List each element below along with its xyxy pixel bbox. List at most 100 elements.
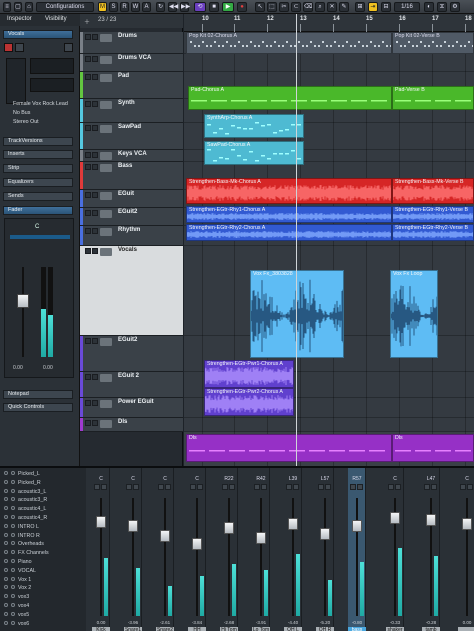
visibility-toggle-icon[interactable] xyxy=(4,559,8,563)
auto-mode-button[interactable]: A xyxy=(142,2,151,12)
mixer-list-item[interactable]: Picked_R xyxy=(4,479,41,486)
section-strip[interactable]: Strip xyxy=(3,164,73,173)
visibility-toggle-icon[interactable] xyxy=(4,523,8,528)
fader-handle[interactable] xyxy=(256,532,266,544)
solo-button[interactable] xyxy=(431,484,437,490)
track-row[interactable]: EGuit2 xyxy=(80,336,183,372)
solo-button[interactable] xyxy=(92,228,98,234)
pan-slider[interactable] xyxy=(10,235,70,239)
pan-value[interactable]: C xyxy=(388,476,402,482)
mute-button[interactable] xyxy=(85,164,91,170)
channel-name[interactable]: Kick xyxy=(92,627,110,631)
pan-value[interactable]: R22 xyxy=(222,476,236,482)
fader-handle[interactable] xyxy=(224,522,234,534)
mixer-list-item[interactable]: FX Channels xyxy=(4,550,49,556)
track-row[interactable]: Keys VCA xyxy=(80,150,183,162)
tool-zoom-icon[interactable]: ⌕ xyxy=(315,2,325,12)
mute-button[interactable] xyxy=(424,484,430,490)
pan-value[interactable]: C xyxy=(126,476,140,482)
solo-button[interactable] xyxy=(92,101,98,107)
mute-button[interactable] xyxy=(222,484,228,490)
mute-button[interactable] xyxy=(85,420,91,426)
mute-button[interactable] xyxy=(85,374,91,380)
solo-button[interactable] xyxy=(467,484,473,490)
mute-button[interactable] xyxy=(286,484,292,490)
part-event[interactable]: Pop Kit 02-Verse B xyxy=(392,32,474,54)
pan-value[interactable]: R42 xyxy=(254,476,268,482)
metronome-icon[interactable]: ⧖ xyxy=(437,2,447,12)
channel-name[interactable]: OH L xyxy=(284,627,302,631)
track-name[interactable]: EGuit2 xyxy=(118,337,137,343)
track-row[interactable]: Drums VCA xyxy=(80,54,183,72)
mixer-list-item[interactable]: VOCAL xyxy=(4,567,36,574)
solo-button[interactable] xyxy=(395,484,401,490)
pan-value[interactable]: C xyxy=(460,476,474,482)
tool-mute-icon[interactable]: ✕ xyxy=(327,2,337,12)
part-event[interactable]: SynthArp-Chorus A xyxy=(204,114,304,138)
mixer-list-item[interactable]: INTRO L xyxy=(4,523,39,530)
tool-split-icon[interactable]: ✂ xyxy=(279,2,289,12)
channel-toggle-icon[interactable] xyxy=(11,603,15,607)
volume-fader-handle[interactable] xyxy=(17,294,29,308)
channel-name[interactable]: Hi Tom xyxy=(220,627,238,631)
track-name[interactable]: Pad xyxy=(118,73,129,79)
rewind-icon[interactable]: ◀◀ xyxy=(168,2,178,12)
mute-button[interactable] xyxy=(85,210,91,216)
track-name[interactable]: Bass xyxy=(118,163,132,169)
channel-name[interactable]: tamb xyxy=(422,627,440,631)
mute-button[interactable] xyxy=(85,248,91,254)
monitor-button[interactable] xyxy=(15,43,24,52)
visibility-toggle-icon[interactable] xyxy=(4,515,8,519)
visibility-toggle-icon[interactable] xyxy=(4,594,8,599)
mute-button[interactable] xyxy=(318,484,324,490)
part-event[interactable]: Strengthen-Bass-Mk-Chorus A xyxy=(186,178,392,204)
solo-button[interactable] xyxy=(92,125,98,131)
inspector-track-name[interactable]: Vocals xyxy=(3,30,73,39)
channel-name[interactable]: Lo Tom xyxy=(252,627,270,631)
track-row[interactable]: EGuit2 xyxy=(80,208,183,226)
audio-event[interactable]: Vox Fx_3803828 xyxy=(250,270,344,358)
fader-handle[interactable] xyxy=(96,516,106,528)
track-name[interactable]: Keys VCA xyxy=(118,151,147,157)
pan-value[interactable]: C xyxy=(190,476,204,482)
solo-button[interactable] xyxy=(133,484,139,490)
mixer-list-item[interactable]: Picked_L xyxy=(4,471,40,477)
visibility-toggle-icon[interactable] xyxy=(4,497,8,502)
part-event[interactable]: Strengthen-EGtr-Rhy1-Chorus A xyxy=(186,206,392,223)
record-icon[interactable]: ● xyxy=(237,2,247,12)
channel-toggle-icon[interactable] xyxy=(11,611,15,616)
channel-toggle-icon[interactable] xyxy=(11,506,15,511)
mixer-list-item[interactable]: vox5 xyxy=(4,611,29,618)
read-mode-button[interactable]: R xyxy=(120,2,129,12)
mute-button[interactable] xyxy=(388,484,394,490)
fader-handle[interactable] xyxy=(390,512,400,524)
mute-button[interactable] xyxy=(85,34,91,40)
tab-visibility[interactable]: Visibility xyxy=(45,16,67,25)
mute-button[interactable] xyxy=(94,484,100,490)
section-quick-controls[interactable]: Quick Controls xyxy=(3,403,73,412)
channel-toggle-icon[interactable] xyxy=(11,471,15,475)
color-icon[interactable]: ◐ xyxy=(424,2,434,12)
mixer-list-item[interactable]: vox6 xyxy=(4,620,29,627)
mixer-list-item[interactable]: Vox 1 xyxy=(4,576,31,583)
solo-button[interactable] xyxy=(92,420,98,426)
section-equalizers[interactable]: Equalizers xyxy=(3,178,73,187)
mute-button[interactable] xyxy=(85,228,91,234)
pan-value[interactable]: L57 xyxy=(318,476,332,482)
solo-button[interactable] xyxy=(92,338,98,344)
part-event[interactable]: Strengthen-EGtr-Pwr1-Chorus A xyxy=(204,360,294,388)
pan-value[interactable]: L39 xyxy=(286,476,300,482)
visibility-toggle-icon[interactable] xyxy=(4,479,8,484)
section-notepad[interactable]: Notepad xyxy=(3,390,73,399)
solo-button[interactable] xyxy=(293,484,299,490)
channel-toggle-icon[interactable] xyxy=(11,594,15,599)
part-event[interactable]: Strengthen-EGtr-Rhy1-Verse B xyxy=(392,206,474,223)
menu-icon[interactable]: ≡ xyxy=(3,2,11,12)
pan-value[interactable]: L47 xyxy=(424,476,438,482)
channel-name[interactable]: Snare1 xyxy=(124,627,142,631)
mixer-list-item[interactable]: vox4 xyxy=(4,603,29,609)
channel-toggle-icon[interactable] xyxy=(11,559,15,563)
solo-mode-button[interactable]: S xyxy=(109,2,118,12)
track-row[interactable]: Bass xyxy=(80,162,183,190)
visibility-toggle-icon[interactable] xyxy=(4,620,8,625)
